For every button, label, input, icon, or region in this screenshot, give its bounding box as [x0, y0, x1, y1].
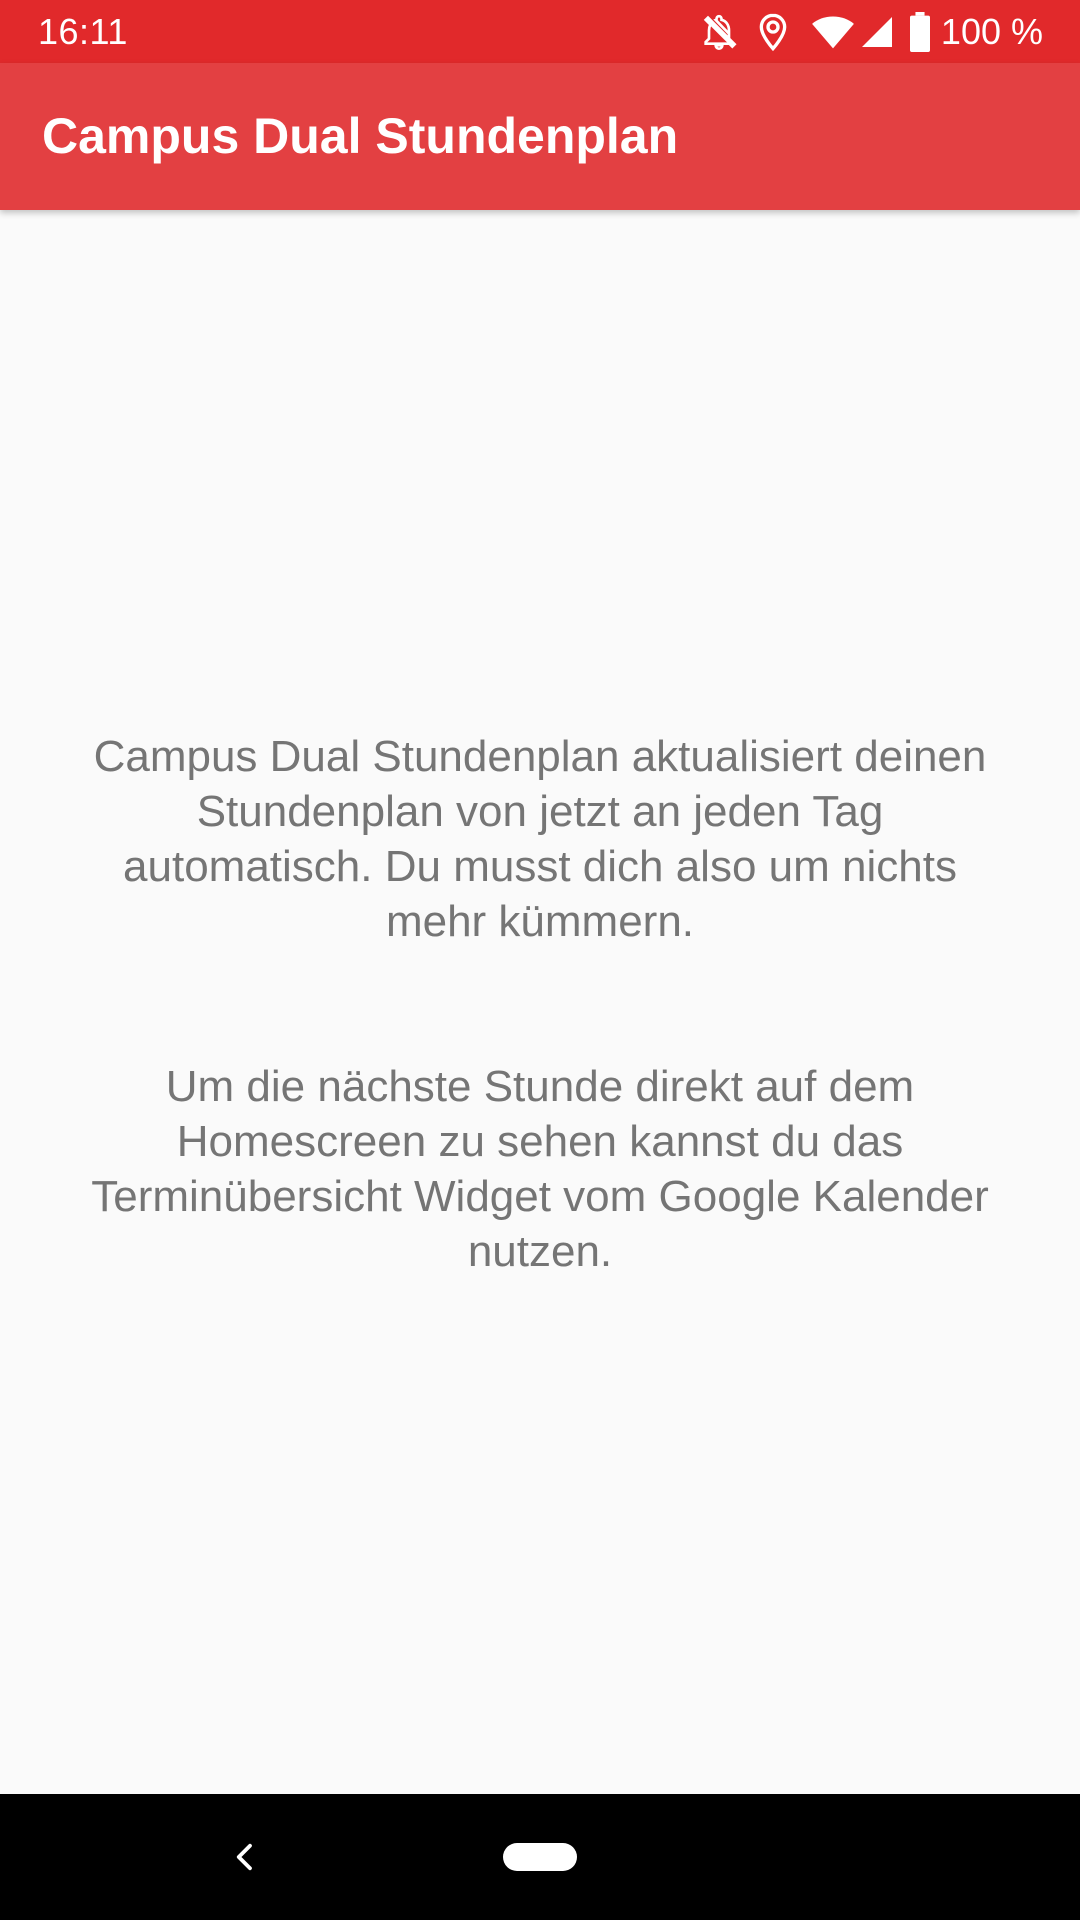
notifications-off-icon [703, 14, 737, 50]
status-time: 16:11 [38, 11, 128, 52]
info-paragraph-widget-hint: Um die nächste Stunde direkt auf dem Hom… [91, 1062, 989, 1276]
app-title: Campus Dual Stundenplan [42, 108, 679, 164]
back-button[interactable] [212, 1824, 278, 1890]
screen: 16:11 100 % Campus Dual Stundenplan Camp… [0, 0, 1080, 1920]
navigation-bar [0, 1794, 1080, 1920]
battery-percentage: 100 % [940, 11, 1043, 52]
home-pill-icon[interactable] [503, 1843, 577, 1871]
battery-icon [909, 11, 930, 52]
back-icon [236, 1843, 252, 1871]
status-icons: 100 % [699, 0, 1043, 63]
location-icon [759, 13, 787, 51]
status-bar: 16:11 100 % [0, 0, 1080, 63]
info-paragraph-auto-update: Campus Dual Stundenplan aktualisiert dei… [93, 732, 987, 946]
app-bar: Campus Dual Stundenplan [0, 63, 1080, 210]
wifi-icon [812, 16, 854, 48]
cell-signal-icon [861, 16, 892, 47]
